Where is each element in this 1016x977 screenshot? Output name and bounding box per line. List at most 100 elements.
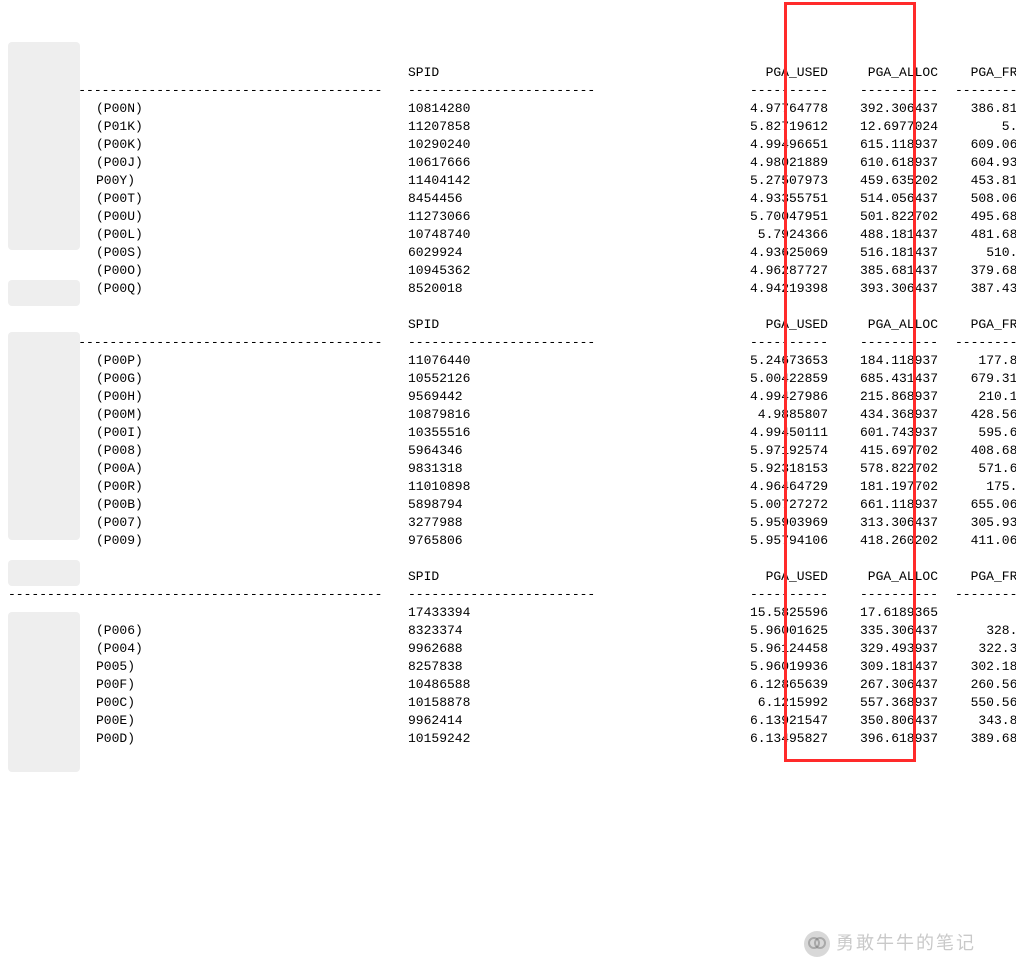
- cell-spid: 11207858: [408, 118, 718, 136]
- header-row: SPIDPGA_USEDPGA_ALLOCPGA_FREEPGA_MAX: [8, 568, 1008, 586]
- cell-pga-free: 428.5625: [938, 406, 1016, 424]
- separator-row: ----------------------------------------…: [8, 586, 1008, 604]
- cell-spid: 17433394: [408, 604, 718, 622]
- cell-pga-alloc: 396.618937: [828, 730, 938, 748]
- cell-pga-free: 389.6875: [938, 730, 1016, 748]
- table-row: (P00I)103555164.99450111601.743937595.62…: [8, 424, 1008, 442]
- cell-pga-alloc: 661.118937: [828, 496, 938, 514]
- cell-pga-alloc: 392.306437: [828, 100, 938, 118]
- cell-spid: 10617666: [408, 154, 718, 172]
- cell-spid: 10945362: [408, 262, 718, 280]
- cell-pga-used: 4.9885807: [718, 406, 828, 424]
- header-row: SPIDPGA_USEDPGA_ALLOCPGA_FREEPGA_MAX: [8, 316, 1008, 334]
- redacted-region: [8, 560, 80, 586]
- cell-spid: 9569442: [408, 388, 718, 406]
- cell-pga-used: 4.97764778: [718, 100, 828, 118]
- cell-pga-free: 679.3125: [938, 370, 1016, 388]
- cell-pga-alloc: 215.868937: [828, 388, 938, 406]
- cell-pga-used: 6.12865639: [718, 676, 828, 694]
- cell-pga-free: 379.6875: [938, 262, 1016, 280]
- cell-spid: 9831318: [408, 460, 718, 478]
- table-row: (P00G)105521265.00422859685.431437679.31…: [8, 370, 1008, 388]
- cell-pga-used: 5.92318153: [718, 460, 828, 478]
- table-row: 1743339415.582559617.618936511251.80644: [8, 604, 1008, 622]
- cell-pga-free: 302.1875: [938, 658, 1016, 676]
- cell-pga-alloc: 267.306437: [828, 676, 938, 694]
- hdr-pga-alloc: PGA_ALLOC: [828, 64, 938, 82]
- cell-pga-free: 609.0625: [938, 136, 1016, 154]
- table-row: (P00O)109453624.96287727385.681437379.68…: [8, 262, 1008, 280]
- redacted-region: [8, 332, 80, 540]
- cell-pga-free: 550.5625: [938, 694, 1016, 712]
- cell-pga-alloc: 181.197702: [828, 478, 938, 496]
- cell-spid: 3277988: [408, 514, 718, 532]
- cell-pga-used: 5.96019936: [718, 658, 828, 676]
- cell-spid: 9765806: [408, 532, 718, 550]
- separator-row: ----------------------------------------…: [8, 82, 1008, 100]
- cell-pga-used: 5.82719612: [718, 118, 828, 136]
- blank-row: [8, 550, 1008, 568]
- cell-pga-free: 260.5625: [938, 676, 1016, 694]
- cell-pga-free: 411.0625: [938, 532, 1016, 550]
- cell-pga-used: 5.27507973: [718, 172, 828, 190]
- table-row: (P00R)110108984.96464729181.197702175.25…: [8, 478, 1008, 496]
- cell-pga-used: 6.13921547: [718, 712, 828, 730]
- cell-spid: 8454456: [408, 190, 718, 208]
- cell-pga-used: 5.24673653: [718, 352, 828, 370]
- table-row: (P00N)108142804.97764778392.306437386.81…: [8, 100, 1008, 118]
- hdr-pga-alloc: PGA_ALLOC: [828, 568, 938, 586]
- cell-pga-used: 4.99427986: [718, 388, 828, 406]
- cell-pga-alloc: 415.697702: [828, 442, 938, 460]
- cell-spid: 10355516: [408, 424, 718, 442]
- cell-pga-free: 305.9375: [938, 514, 1016, 532]
- cell-spid: 11076440: [408, 352, 718, 370]
- table-row: (P008)59643465.97192574415.697702408.687…: [8, 442, 1008, 460]
- hdr-spid: SPID: [408, 568, 718, 586]
- table-row: (P00S)60299244.93625069516.181437510.257…: [8, 244, 1008, 262]
- hdr-pga-used: PGA_USED: [718, 316, 828, 334]
- cell-pga-used: 5.00422859: [718, 370, 828, 388]
- cell-pga-alloc: 459.635202: [828, 172, 938, 190]
- cell-pga-alloc: 514.056437: [828, 190, 938, 208]
- table-row: (P007)32779885.95903969313.306437305.937…: [8, 514, 1008, 532]
- table-row: (P00T)84544564.93355751514.056437508.062…: [8, 190, 1008, 208]
- cell-pga-free: 481.6875: [938, 226, 1016, 244]
- table-row: (P006)83233745.96001625335.306437328.251…: [8, 622, 1008, 640]
- cell-spid: 9962688: [408, 640, 718, 658]
- cell-pga-free: 387.4375: [938, 280, 1016, 298]
- cell-pga-used: 5.95903969: [718, 514, 828, 532]
- cell-pga-alloc: 501.822702: [828, 208, 938, 226]
- cell-pga-alloc: 610.618937: [828, 154, 938, 172]
- table-row: P00C)101588786.1215992557.368937550.5625…: [8, 694, 1008, 712]
- cell-spid: 6029924: [408, 244, 718, 262]
- cell-pga-alloc: 335.306437: [828, 622, 938, 640]
- hdr-pga-used: PGA_USED: [718, 568, 828, 586]
- redacted-region: [8, 612, 80, 772]
- header-row: PROGRAMSPIDPGA_USEDPGA_ALLOCPGA_FREEPGA_…: [8, 64, 1008, 82]
- cell-pga-alloc: 313.306437: [828, 514, 938, 532]
- cell-spid: 9962414: [408, 712, 718, 730]
- cell-pga-free: 1: [938, 604, 1016, 622]
- cell-pga-used: 4.98021889: [718, 154, 828, 172]
- table-row: (P00M)108798164.9885807434.368937428.562…: [8, 406, 1008, 424]
- cell-pga-alloc: 615.118937: [828, 136, 938, 154]
- cell-pga-alloc: 557.368937: [828, 694, 938, 712]
- cell-spid: 10486588: [408, 676, 718, 694]
- table-row: P00F)104865886.12865639267.306437260.562…: [8, 676, 1008, 694]
- cell-pga-used: 4.99496651: [718, 136, 828, 154]
- cell-pga-free: 408.6875: [938, 442, 1016, 460]
- cell-pga-alloc: 385.681437: [828, 262, 938, 280]
- hdr-pga-used: PGA_USED: [718, 64, 828, 82]
- table-row: P00D)101592426.13495827396.618937389.687…: [8, 730, 1008, 748]
- cell-pga-free: 175.25: [938, 478, 1016, 496]
- cell-pga-used: 6.13495827: [718, 730, 828, 748]
- cell-spid: 11010898: [408, 478, 718, 496]
- cell-spid: 10552126: [408, 370, 718, 388]
- cell-pga-used: 4.94219398: [718, 280, 828, 298]
- cell-pga-used: 4.96287727: [718, 262, 828, 280]
- cell-pga-free: 510.25: [938, 244, 1016, 262]
- cell-pga-used: 4.96464729: [718, 478, 828, 496]
- cell-pga-free: 343.875: [938, 712, 1016, 730]
- separator-row: ----------------------------------------…: [8, 334, 1008, 352]
- cell-pga-used: 5.95794106: [718, 532, 828, 550]
